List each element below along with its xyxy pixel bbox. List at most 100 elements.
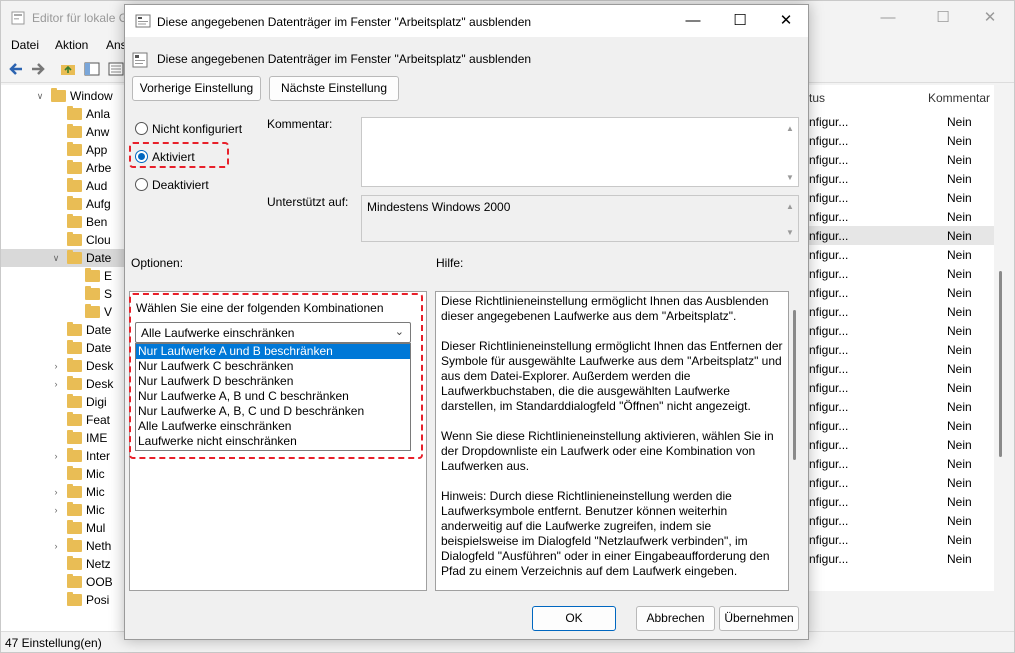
tree-item[interactable]: Mic — [1, 465, 124, 483]
chevron-right-icon[interactable]: › — [51, 360, 61, 372]
list-status-cell: nfigur... — [809, 457, 849, 471]
tree-item[interactable]: Aufg — [1, 195, 124, 213]
show-hide-tree-icon[interactable] — [83, 60, 101, 78]
menu-datei[interactable]: Datei — [11, 38, 39, 52]
list-row[interactable]: nfigur... Nein — [809, 530, 994, 549]
comment-textarea[interactable]: ▲ ▼ — [361, 117, 799, 187]
chevron-down-icon[interactable]: ∨ — [51, 252, 61, 264]
tree-item[interactable]: › Neth — [1, 537, 124, 555]
chevron-right-icon[interactable]: › — [51, 378, 61, 390]
cancel-button[interactable]: Abbrechen — [636, 606, 715, 631]
tree-item[interactable]: E — [1, 267, 124, 285]
list-row[interactable]: nfigur... Nein — [809, 473, 994, 492]
scroll-up-icon[interactable]: ▲ — [784, 201, 796, 213]
list-row[interactable]: nfigur... Nein — [809, 226, 994, 245]
menu-aktion[interactable]: Aktion — [55, 38, 88, 52]
bg-close-button[interactable]: ✕ — [967, 1, 1013, 35]
tree-item[interactable]: Posi — [1, 591, 124, 609]
list-row[interactable]: nfigur... Nein — [809, 188, 994, 207]
tree-item[interactable]: S — [1, 285, 124, 303]
tree-item[interactable]: Aud — [1, 177, 124, 195]
bg-minimize-button[interactable]: — — [865, 1, 911, 35]
list-row[interactable]: nfigur... Nein — [809, 397, 994, 416]
tree-item[interactable]: Ben — [1, 213, 124, 231]
next-setting-button[interactable]: Nächste Einstellung — [269, 76, 399, 101]
tree-item[interactable]: ∨ Window — [1, 87, 124, 105]
list-header-status[interactable]: tus — [809, 91, 825, 105]
list-row[interactable]: nfigur... Nein — [809, 378, 994, 397]
ok-button[interactable]: OK — [532, 606, 616, 631]
previous-setting-button[interactable]: Vorherige Einstellung — [132, 76, 261, 101]
list-row[interactable]: nfigur... Nein — [809, 207, 994, 226]
tree-item[interactable]: Mul — [1, 519, 124, 537]
chevron-right-icon[interactable]: › — [51, 504, 61, 516]
list-row[interactable]: nfigur... Nein — [809, 416, 994, 435]
dialog-minimize-button[interactable]: — — [670, 5, 716, 37]
list-row[interactable]: nfigur... Nein — [809, 169, 994, 188]
tree-item[interactable]: › Mic — [1, 501, 124, 519]
scroll-up-icon[interactable]: ▲ — [784, 123, 796, 135]
policy-setting-icon — [135, 14, 151, 28]
list-row[interactable]: nfigur... Nein — [809, 340, 994, 359]
list-row[interactable]: nfigur... Nein — [809, 435, 994, 454]
chevron-right-icon[interactable]: › — [51, 486, 61, 498]
bg-maximize-button[interactable]: ☐ — [920, 1, 966, 35]
tree-item[interactable]: Anw — [1, 123, 124, 141]
tree-item[interactable]: Netz — [1, 555, 124, 573]
forward-arrow-icon[interactable] — [29, 60, 47, 78]
folder-up-icon[interactable] — [59, 60, 77, 78]
tree-item[interactable]: Date — [1, 321, 124, 339]
tree-item[interactable]: › Desk — [1, 357, 124, 375]
list-row[interactable]: nfigur... Nein — [809, 549, 994, 568]
list-row[interactable]: nfigur... Nein — [809, 131, 994, 150]
list-row[interactable]: nfigur... Nein — [809, 150, 994, 169]
dialog-maximize-button[interactable]: ☐ — [717, 5, 763, 37]
list-row[interactable]: nfigur... Nein — [809, 321, 994, 340]
tree-item-label: Date — [86, 251, 112, 265]
tree-item[interactable]: IME — [1, 429, 124, 447]
list-scrollbar[interactable] — [999, 271, 1002, 457]
radio-circle[interactable] — [135, 122, 148, 135]
tree-item[interactable]: OOB — [1, 573, 124, 591]
tree-item[interactable]: Clou — [1, 231, 124, 249]
tree-item[interactable]: V — [1, 303, 124, 321]
scroll-down-icon[interactable]: ▼ — [784, 227, 796, 239]
tree-item[interactable]: Feat — [1, 411, 124, 429]
chevron-right-icon[interactable]: › — [51, 450, 61, 462]
tree-item[interactable]: Date — [1, 339, 124, 357]
list-header-comment[interactable]: Kommentar — [928, 91, 990, 105]
list-status-cell: nfigur... — [809, 267, 849, 281]
tree-item[interactable]: App — [1, 141, 124, 159]
radio-not-configured[interactable]: Nicht konfiguriert — [135, 120, 255, 138]
list-row[interactable]: nfigur... Nein — [809, 359, 994, 378]
list-comment-cell: Nein — [947, 172, 972, 186]
tree-item[interactable]: › Desk — [1, 375, 124, 393]
list-view-icon[interactable] — [107, 60, 125, 78]
folder-icon — [67, 178, 82, 192]
list-row[interactable]: nfigur... Nein — [809, 112, 994, 131]
list-row[interactable]: nfigur... Nein — [809, 245, 994, 264]
scroll-down-icon[interactable]: ▼ — [784, 172, 796, 184]
list-row[interactable]: nfigur... Nein — [809, 283, 994, 302]
back-arrow-icon[interactable] — [7, 60, 25, 78]
apply-button[interactable]: Übernehmen — [719, 606, 799, 631]
tree-item[interactable]: Anla — [1, 105, 124, 123]
list-row[interactable]: nfigur... Nein — [809, 454, 994, 473]
tree-item[interactable]: Arbe — [1, 159, 124, 177]
list-row[interactable]: nfigur... Nein — [809, 492, 994, 511]
chevron-down-icon[interactable]: ∨ — [35, 90, 45, 102]
help-scrollbar[interactable] — [793, 310, 796, 460]
radio-disabled[interactable]: Deaktiviert — [135, 176, 225, 194]
list-row[interactable]: nfigur... Nein — [809, 302, 994, 321]
tree-item[interactable]: Digi — [1, 393, 124, 411]
tree-item[interactable]: › Inter — [1, 447, 124, 465]
list-comment-cell: Nein — [947, 381, 972, 395]
chevron-right-icon[interactable]: › — [51, 540, 61, 552]
tree-item[interactable]: ∨ Date — [1, 249, 124, 267]
radio-circle[interactable] — [135, 178, 148, 191]
dialog-close-button[interactable]: ✕ — [763, 5, 809, 37]
tree-item[interactable]: › Mic — [1, 483, 124, 501]
list-row[interactable]: nfigur... Nein — [809, 264, 994, 283]
list-status-cell: nfigur... — [809, 229, 849, 243]
list-row[interactable]: nfigur... Nein — [809, 511, 994, 530]
